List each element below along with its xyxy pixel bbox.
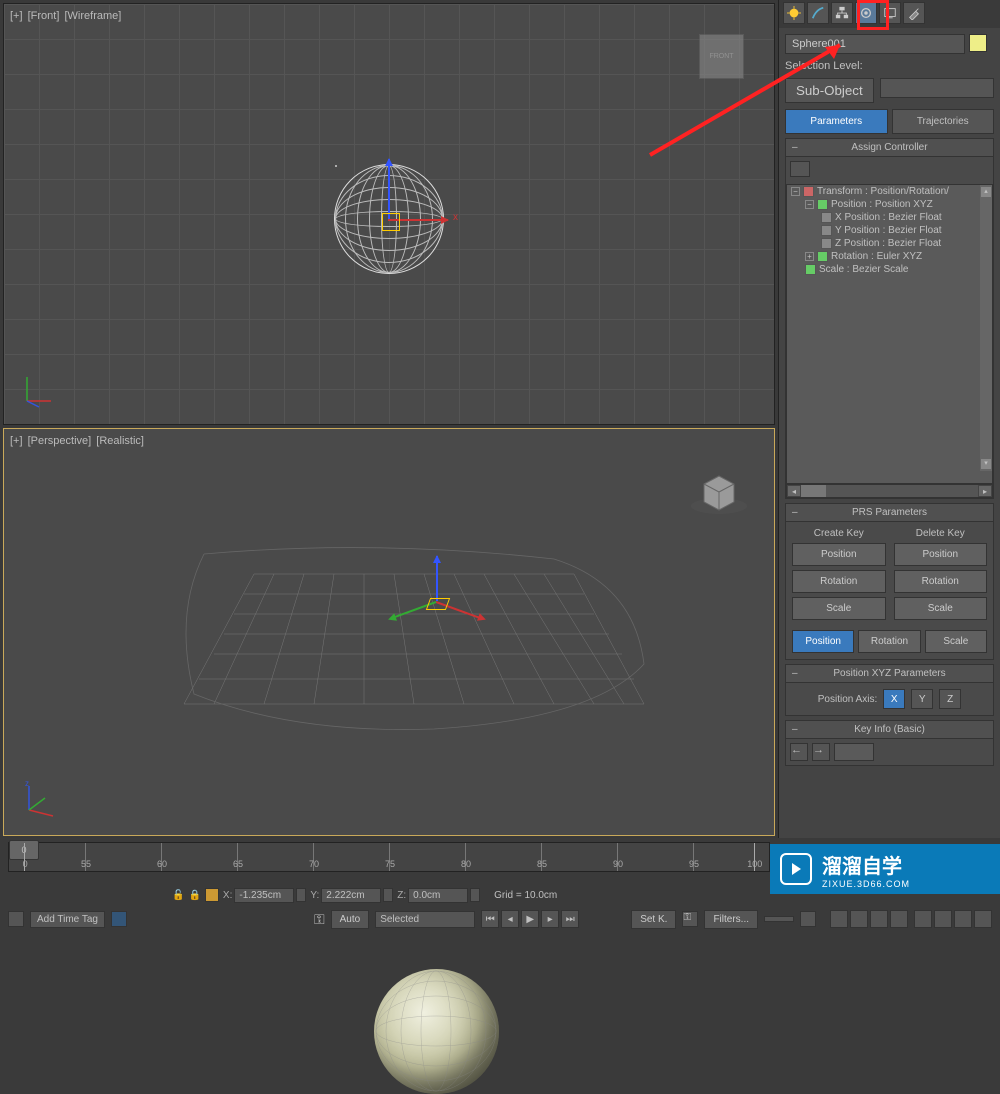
frame-field[interactable] [764,916,794,922]
time-config-icon[interactable] [800,911,816,927]
delete-key-label: Delete Key [894,528,988,539]
tree-scrollbar-h[interactable]: ◂▸ [786,484,993,498]
view-cube-front[interactable]: FRONT [699,34,744,79]
assign-controller-header[interactable]: –Assign Controller [786,139,993,157]
viewport-perspective[interactable]: [+] [Perspective] [Realistic] [3,428,775,836]
maxscript-icon[interactable] [111,911,127,927]
y-spinner[interactable] [383,888,393,902]
nav-icon-1[interactable] [830,910,848,928]
script-listener-icon[interactable] [8,911,24,927]
key-info-header[interactable]: –Key Info (Basic) [786,721,993,739]
svg-text:z: z [25,780,29,788]
key-filters-button[interactable]: Filters... [704,910,758,929]
motion-tab[interactable] [855,2,877,24]
trajectories-tab[interactable]: Trajectories [892,109,995,134]
axis-indicator-perspective: z [19,780,59,820]
nav-icon-8[interactable] [974,910,992,928]
z-spinner[interactable] [470,888,480,902]
transform-type-icon[interactable] [205,888,219,902]
object-name-field[interactable]: Sphere001 [785,34,965,54]
axis-indicator-front [19,369,59,409]
nav-icon-7[interactable] [954,910,972,928]
key-prev-button[interactable]: ← [790,743,808,761]
viewport-perspective-label[interactable]: [+] [Perspective] [Realistic] [10,435,146,447]
prs-parameters-header[interactable]: –PRS Parameters [786,504,993,522]
position-axis-label: Position Axis: [818,694,877,705]
object-color-swatch[interactable] [969,34,987,52]
x-coord-field[interactable]: -1.235cm [234,888,294,903]
animation-controls: Add Time Tag ⚿ Auto Selected ⏮ ◂ ▶ ▸ ⏭ S… [0,904,1000,934]
command-panel-tabs [779,0,1000,28]
key-info-rollout: –Key Info (Basic) ← → [785,720,994,766]
create-tab[interactable] [783,2,805,24]
tree-scrollbar-v[interactable]: ▴▾ [980,185,992,471]
sub-object-button[interactable]: Sub-Object [785,78,874,103]
create-rotation-key-button[interactable]: Rotation [792,570,886,593]
viewport-container: [+] [Front] [Wireframe] x FRONT [+] [ [0,0,778,838]
command-panel: Sphere001 Selection Level: Sub-Object Pa… [778,0,1000,838]
z-coord-field[interactable]: 0.0cm [408,888,468,903]
key-next-button[interactable]: → [812,743,830,761]
watermark-logo-icon [780,853,812,885]
x-spinner[interactable] [296,888,306,902]
assign-controller-button[interactable] [790,161,810,177]
sphere-realistic[interactable] [374,969,499,1094]
axis-z-button[interactable]: Z [939,689,961,709]
create-position-key-button[interactable]: Position [792,543,886,566]
delete-scale-key-button[interactable]: Scale [894,597,988,620]
time-slider[interactable]: 0 0 55 60 65 70 75 80 85 90 95 100 [0,838,778,888]
y-coord-field[interactable]: 2.222cm [321,888,381,903]
selection-lock-icon[interactable]: 🔓 [172,890,184,901]
axis-x-button[interactable]: X [883,689,905,709]
utilities-tab[interactable] [903,2,925,24]
position-xyz-header[interactable]: –Position XYZ Parameters [786,665,993,683]
delete-position-key-button[interactable]: Position [894,543,988,566]
create-scale-key-button[interactable]: Scale [792,597,886,620]
viewport-front[interactable]: [+] [Front] [Wireframe] x FRONT [3,3,775,425]
modify-tab[interactable] [807,2,829,24]
parameters-tab[interactable]: Parameters [785,109,888,134]
prs-parameters-rollout: –PRS Parameters Create Key Position Rota… [785,503,994,660]
nav-icon-2[interactable] [850,910,868,928]
prev-frame-button[interactable]: ◂ [501,910,519,928]
key-filters-icon[interactable]: ⚿ [682,911,698,927]
display-tab[interactable] [879,2,901,24]
ground-grid [174,544,654,744]
next-frame-button[interactable]: ▸ [541,910,559,928]
create-key-label: Create Key [792,528,886,539]
selected-field[interactable]: Selected [375,911,475,928]
set-key-button[interactable]: Set K. [631,910,676,929]
hierarchy-tab[interactable] [831,2,853,24]
nav-icon-4[interactable] [890,910,908,928]
position-mode-button[interactable]: Position [792,630,854,653]
sub-object-dropdown[interactable] [880,78,994,98]
viewport-front-label[interactable]: [+] [Front] [Wireframe] [10,10,123,22]
axis-y-button[interactable]: Y [911,689,933,709]
key-icon[interactable]: ⚿ [314,911,325,928]
assign-controller-rollout: –Assign Controller −Transform : Position… [785,138,994,499]
watermark: 溜溜自学 ZIXUE.3D66.COM [770,844,1000,894]
lock-icon[interactable]: 🔒 [188,890,200,901]
goto-end-button[interactable]: ⏭ [561,910,579,928]
nav-icon-5[interactable] [914,910,932,928]
nav-icon-3[interactable] [870,910,888,928]
key-number-field[interactable] [834,743,874,761]
controller-tree[interactable]: −Transform : Position/Rotation/ −Positio… [786,184,993,484]
play-button[interactable]: ▶ [521,910,539,928]
nav-icon-6[interactable] [934,910,952,928]
auto-key-button[interactable]: Auto [331,910,370,929]
rotation-mode-button[interactable]: Rotation [858,630,920,653]
add-time-tag[interactable]: Add Time Tag [30,911,105,928]
selection-level-label: Selection Level: [785,60,994,72]
position-xyz-rollout: –Position XYZ Parameters Position Axis: … [785,664,994,716]
goto-start-button[interactable]: ⏮ [481,910,499,928]
delete-rotation-key-button[interactable]: Rotation [894,570,988,593]
grid-label: Grid = 10.0cm [494,890,557,901]
scale-mode-button[interactable]: Scale [925,630,987,653]
view-cube-perspective[interactable] [689,464,749,509]
